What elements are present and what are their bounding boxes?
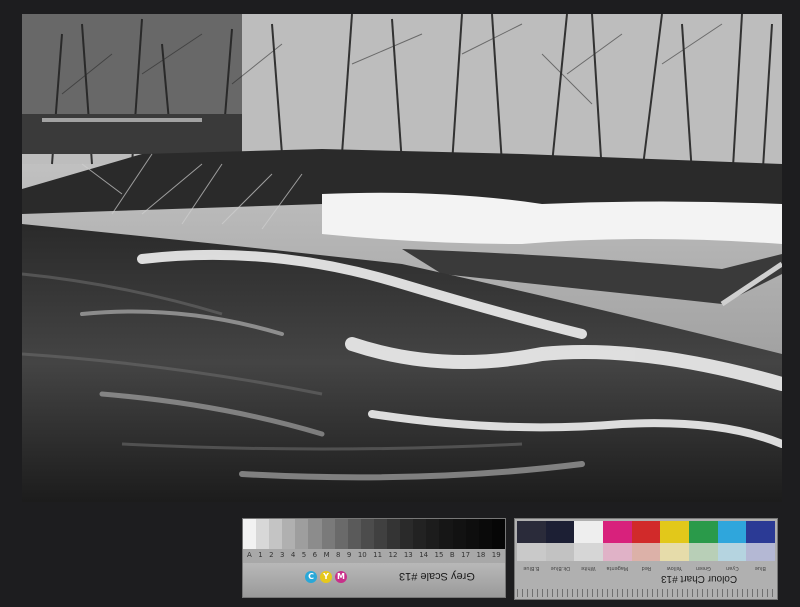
grey-step xyxy=(439,519,453,549)
grey-step-letter: 2 xyxy=(269,551,274,559)
grey-step xyxy=(347,519,361,549)
grey-step-letter: 18 xyxy=(476,551,486,559)
colour-chart-title: Colour Chart #13 xyxy=(660,573,737,584)
colour-patch xyxy=(660,521,690,543)
grey-step-letter: 8 xyxy=(336,551,341,559)
ruler-scale xyxy=(517,589,775,597)
grey-step-letter: 3 xyxy=(280,551,285,559)
cmy-dots: CYM xyxy=(305,571,347,583)
grey-scale-title: Grey Scale #13 xyxy=(399,570,475,582)
colour-patch-name: Magenta xyxy=(606,565,629,571)
grey-step xyxy=(269,519,283,549)
grey-step xyxy=(243,519,257,549)
grey-scale-label-area: CYM Grey Scale #13 xyxy=(243,563,505,597)
colour-patch xyxy=(746,521,776,543)
colour-patch-tint xyxy=(545,543,575,561)
grey-step-letter: M xyxy=(323,551,330,559)
grey-step-letter: 9 xyxy=(346,551,352,559)
grey-step xyxy=(321,519,335,549)
colour-patch-name: Red xyxy=(641,565,651,571)
colour-patch-tint xyxy=(660,543,690,561)
grey-step xyxy=(282,519,296,549)
grey-step xyxy=(478,519,492,549)
grey-step-letter: 19 xyxy=(491,551,501,559)
colour-patch-tint xyxy=(631,543,661,561)
grey-step-letter: 12 xyxy=(388,551,398,559)
grey-step xyxy=(387,519,401,549)
grey-step-letter: 14 xyxy=(419,551,429,559)
colour-chart-card: B.Blue Dk.Blue White Magenta Red Yellow Green C… xyxy=(514,518,778,600)
colour-patch xyxy=(717,521,747,543)
grey-step-letter: 11 xyxy=(373,551,383,559)
grey-scale-letters: A 1 2 3 4 5 6 M 8 9 10 11 12 13 14 15 B 17 18 19 xyxy=(247,551,501,561)
grey-step xyxy=(308,519,322,549)
river-rapids-photograph xyxy=(22,14,782,502)
grey-step-letter: 13 xyxy=(403,551,413,559)
colour-patch-tint xyxy=(603,543,632,561)
grey-step-letter: A xyxy=(247,551,252,559)
grey-step xyxy=(295,519,309,549)
grey-step-letter: 4 xyxy=(290,551,296,559)
grey-step xyxy=(413,519,427,549)
grey-step-letter: 10 xyxy=(357,551,367,559)
colour-patch-names: B.Blue Dk.Blue White Magenta Red Yellow Green C… xyxy=(517,562,775,571)
grey-step-letter: 15 xyxy=(434,551,444,559)
grey-step xyxy=(373,519,388,549)
colour-patch xyxy=(517,521,546,543)
grey-scale-strip xyxy=(243,519,505,549)
colour-patch-tint xyxy=(717,543,747,561)
colour-patches-mid xyxy=(517,543,776,561)
grey-step xyxy=(256,519,270,549)
grey-step-letter: 6 xyxy=(312,551,318,559)
colour-patch-name: Yellow xyxy=(667,565,683,571)
colour-patch xyxy=(631,521,661,543)
photo-scene xyxy=(22,14,782,502)
colour-patch-name: Blue xyxy=(755,565,767,571)
colour-patch xyxy=(545,521,575,543)
colour-patch-name: Dk.Blue xyxy=(550,565,570,571)
grey-step xyxy=(400,519,414,549)
colour-patch xyxy=(689,521,718,543)
grey-step-letter: 1 xyxy=(258,551,263,559)
colour-patch xyxy=(574,521,604,543)
grey-step xyxy=(465,519,479,549)
cmy-dot: M xyxy=(335,571,347,583)
colour-patches-top xyxy=(517,521,776,543)
grey-step-letter: 17 xyxy=(461,551,471,559)
grey-step xyxy=(426,519,440,549)
colour-patch-name: Green xyxy=(695,565,711,571)
grey-step xyxy=(360,519,374,549)
grey-step-letter: 5 xyxy=(301,551,307,559)
grey-step-letter: B xyxy=(449,551,455,559)
colour-patch xyxy=(603,521,632,543)
colour-patch-name: B.Blue xyxy=(523,565,540,571)
grey-scale-card: A 1 2 3 4 5 6 M 8 9 10 11 12 13 14 15 B 17 18 19 CYM Grey S… xyxy=(242,518,506,598)
grey-step xyxy=(491,519,505,549)
colour-patch-tint xyxy=(517,543,546,561)
colour-patch-tint xyxy=(689,543,718,561)
cmy-dot: C xyxy=(305,571,317,583)
grey-step xyxy=(452,519,466,549)
colour-patch-name: White xyxy=(581,565,596,571)
colour-patch-tint xyxy=(746,543,776,561)
grey-step xyxy=(334,519,348,549)
colour-patch-tint xyxy=(574,543,604,561)
colour-patch-name: Cyan xyxy=(725,565,739,571)
cmy-dot: Y xyxy=(320,571,332,583)
